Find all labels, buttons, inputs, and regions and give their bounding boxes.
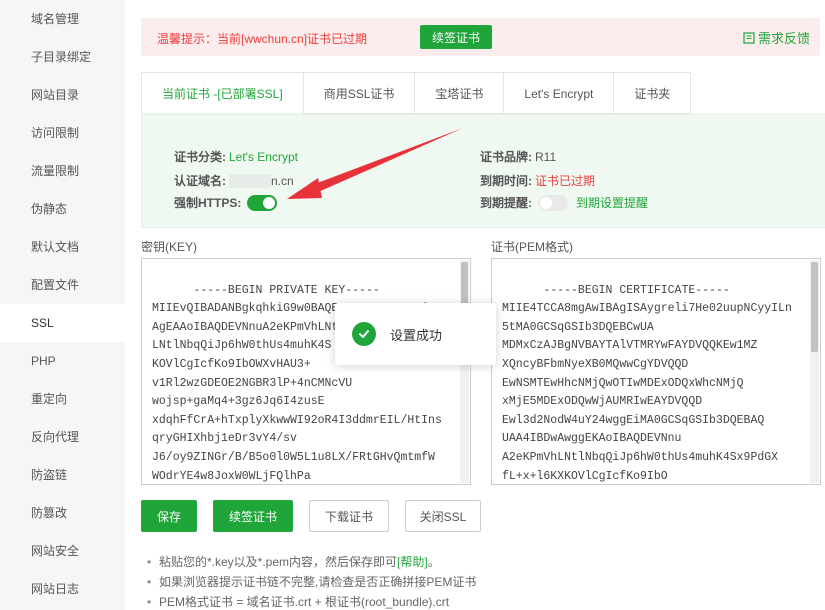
sidebar-item[interactable]: 网站日志 [0, 570, 125, 608]
cert-label: 证书(PEM格式) [491, 240, 573, 254]
cert-category-row: 证书分类: Let's Encrypt [174, 148, 298, 165]
cert-domain-row: 认证域名: n.cn [174, 172, 294, 189]
cert-domain-label: 认证域名: [174, 174, 226, 188]
note-text: 如果浏览器提示证书链不完整,请检查是否正确拼接PEM证书 [159, 575, 477, 589]
feedback-label: 需求反馈 [757, 31, 810, 46]
sidebar: 域名管理 子目录绑定 网站目录 访问限制 流量限制 伪静态 默认文档 配置文件 SSL PHP 重定… [0, 0, 125, 610]
expiry-reminder-toggle[interactable] [538, 194, 568, 211]
sidebar-item[interactable]: 子目录绑定 [0, 38, 125, 76]
sidebar-item[interactable]: 访问限制 [0, 114, 125, 152]
expiry-reminder-label: 到期提醒: [480, 196, 532, 210]
key-textarea[interactable]: -----BEGIN PRIVATE KEY----- MIIEvQIBADAN… [141, 258, 471, 485]
cert-brand-value: R11 [535, 149, 557, 164]
cert-domain-value: n.cn [271, 173, 294, 188]
close-ssl-button[interactable]: 关闭SSL [405, 500, 481, 532]
save-button[interactable]: 保存 [141, 500, 197, 532]
toggle-knob [263, 196, 276, 209]
renew-cert-button[interactable]: 续签证书 [213, 500, 293, 532]
sidebar-item[interactable]: 流量限制 [0, 152, 125, 190]
sidebar-item[interactable]: 配置文件 [0, 266, 125, 304]
action-buttons: 保存 续签证书 下载证书 关闭SSL [141, 500, 481, 532]
cert-scrollbar[interactable] [810, 260, 819, 483]
force-https-toggle[interactable] [247, 194, 278, 211]
sidebar-item[interactable]: 域名管理 [0, 0, 125, 38]
cert-tabs: 当前证书 -[已部署SSL] 商用SSL证书 宝塔证书 Let's Encrypt 证书… [141, 72, 692, 114]
ssl-settings-window: 域名管理 子目录绑定 网站目录 访问限制 流量限制 伪静态 默认文档 配置文件 SSL PHP 重定… [0, 0, 825, 610]
sidebar-item[interactable]: 网站安全 [0, 532, 125, 570]
sidebar-item[interactable]: PHP [0, 342, 125, 380]
cert-info-panel: 证书分类: Let's Encrypt 认证域名: n.cn 强制HTTPS: … [141, 114, 825, 228]
sidebar-item[interactable]: 网站目录 [0, 76, 125, 114]
expiry-reminder-row: 到期提醒: 到期设置提醒 [480, 194, 648, 211]
note-item: 粘贴您的*.key以及*.pem内容，然后保存即可[帮助]。 [147, 552, 476, 572]
download-cert-button[interactable]: 下载证书 [309, 500, 389, 532]
cert-expiry-row: 到期时间: 证书已过期 [480, 172, 595, 189]
toast-text: 设置成功 [390, 327, 443, 343]
key-scrollbar[interactable] [460, 260, 469, 483]
cert-expiry-value: 证书已过期 [535, 174, 596, 188]
sidebar-item[interactable]: 重定向 [0, 380, 125, 418]
expiry-alert: 温馨提示：当前[wwchun.cn]证书已过期 续签证书 需求反馈 [141, 18, 820, 56]
note-suffix: 。 [427, 555, 440, 569]
tab[interactable]: 证书夹 [614, 72, 692, 114]
cert-brand-row: 证书品牌: R11 [480, 148, 556, 165]
sidebar-item[interactable]: 伪静态 [0, 190, 125, 228]
success-toast: 设置成功 [335, 303, 496, 365]
cert-content: -----BEGIN CERTIFICATE----- MIIE4TCCA8mg… [502, 283, 792, 483]
alert-text: 温馨提示：当前[wwchun.cn]证书已过期 [157, 32, 368, 46]
tab[interactable]: 宝塔证书 [415, 72, 505, 114]
domain-redaction [229, 173, 271, 188]
cert-category-value: Let's Encrypt [229, 149, 298, 164]
feedback-link[interactable]: 需求反馈 [743, 28, 810, 47]
help-link[interactable]: [帮助] [397, 555, 428, 569]
cert-textarea[interactable]: -----BEGIN CERTIFICATE----- MIIE4TCCA8mg… [491, 258, 821, 485]
cert-expiry-label: 到期时间: [480, 174, 532, 188]
scroll-thumb[interactable] [811, 262, 818, 352]
note-text: 粘贴您的*.key以及*.pem内容，然后保存即可 [159, 555, 398, 569]
feedback-icon [743, 31, 755, 44]
note-item: 如果浏览器提示证书链不完整,请检查是否正确拼接PEM证书 [147, 572, 476, 592]
sidebar-item[interactable]: 防盗链 [0, 456, 125, 494]
tab[interactable]: 商用SSL证书 [303, 72, 416, 114]
tab[interactable]: Let's Encrypt [504, 72, 615, 114]
sidebar-item[interactable]: 反向代理 [0, 418, 125, 456]
note-item: PEM格式证书 = 域名证书.crt + 根证书(root_bundle).cr… [147, 592, 476, 610]
expiry-reminder-link[interactable]: 到期设置提醒 [576, 194, 648, 211]
cert-category-label: 证书分类: [174, 150, 226, 164]
force-https-row: 强制HTTPS: [174, 194, 278, 211]
force-https-label: 强制HTTPS: [174, 196, 242, 210]
key-label: 密钥(KEY) [141, 240, 198, 254]
tab[interactable]: 当前证书 -[已部署SSL] [141, 72, 304, 114]
help-notes: 粘贴您的*.key以及*.pem内容，然后保存即可[帮助]。 如果浏览器提示证书… [147, 552, 476, 610]
toggle-knob [540, 196, 552, 209]
note-text: PEM格式证书 = 域名证书.crt + 根证书(root_bundle).cr… [159, 595, 450, 609]
sidebar-item[interactable]: 防篡改 [0, 494, 125, 532]
sidebar-item[interactable]: SSL [0, 304, 125, 342]
sidebar-item[interactable]: 默认文档 [0, 228, 125, 266]
cert-brand-label: 证书品牌: [480, 150, 532, 164]
alert-renew-button[interactable]: 续签证书 [420, 25, 492, 49]
check-circle-icon [352, 322, 376, 346]
